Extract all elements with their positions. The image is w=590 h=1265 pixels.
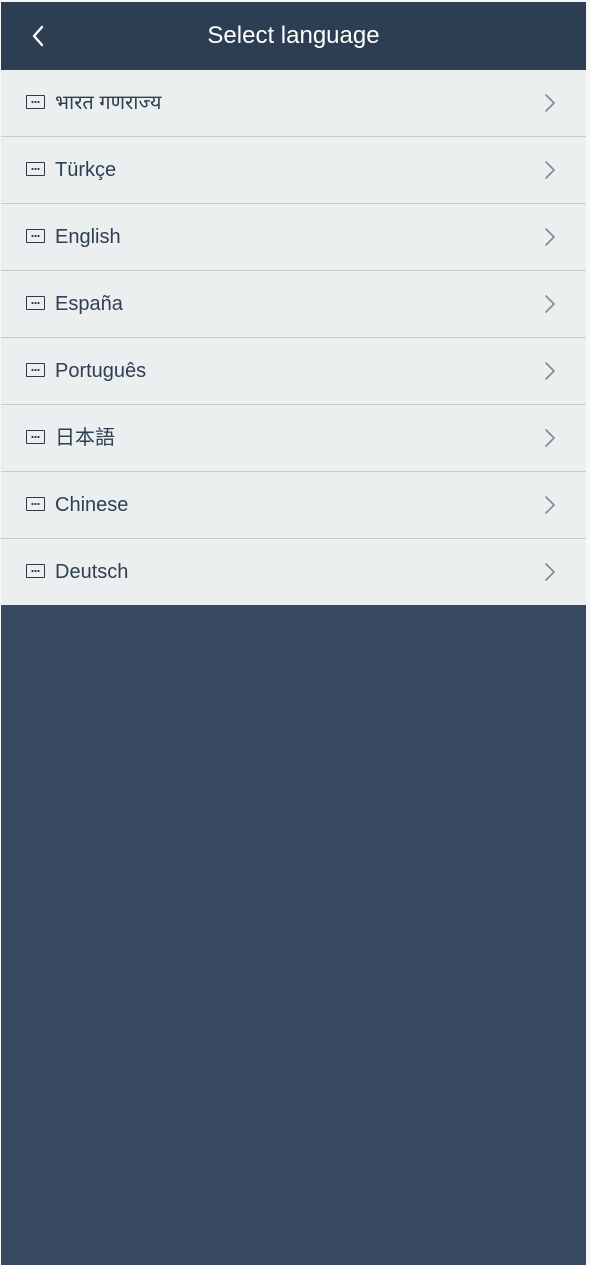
chevron-right-icon [539,294,559,314]
top-bar: Select language [1,2,586,70]
keyboard-icon [26,430,45,444]
language-label: Português [55,360,147,382]
keyboard-icon [26,229,45,243]
language-item-spanish[interactable]: España [1,271,586,338]
chevron-right-icon [539,495,559,515]
language-item-portuguese[interactable]: Português [1,338,586,405]
language-label: 日本語 [55,427,115,449]
chevron-right-icon [539,562,559,582]
language-screen: Select language भारत गणराज्य Türkçe Engl… [1,2,586,1265]
language-label: Deutsch [55,561,129,583]
language-item-chinese[interactable]: Chinese [1,472,586,539]
language-item-turkish[interactable]: Türkçe [1,137,586,204]
keyboard-icon [26,497,45,511]
chevron-right-icon [539,160,559,180]
language-list: भारत गणराज्य Türkçe English España Portu… [1,70,586,605]
page-title: Select language [207,22,380,49]
language-item-english[interactable]: English [1,204,586,271]
keyboard-icon [26,95,45,109]
language-label: Türkçe [55,159,117,181]
language-label: Chinese [55,494,129,516]
keyboard-icon [26,564,45,578]
chevron-right-icon [539,361,559,381]
keyboard-icon [26,162,45,176]
keyboard-icon [26,363,45,377]
language-item-german[interactable]: Deutsch [1,539,586,605]
chevron-right-icon [539,227,559,247]
language-label: España [55,293,123,315]
language-label: भारत गणराज्य [55,92,162,114]
chevron-right-icon [539,93,559,113]
language-label: English [55,226,121,248]
language-item-japanese[interactable]: 日本語 [1,405,586,472]
chevron-right-icon [539,428,559,448]
language-item-hindi[interactable]: भारत गणराज्य [1,70,586,137]
keyboard-icon [26,296,45,310]
